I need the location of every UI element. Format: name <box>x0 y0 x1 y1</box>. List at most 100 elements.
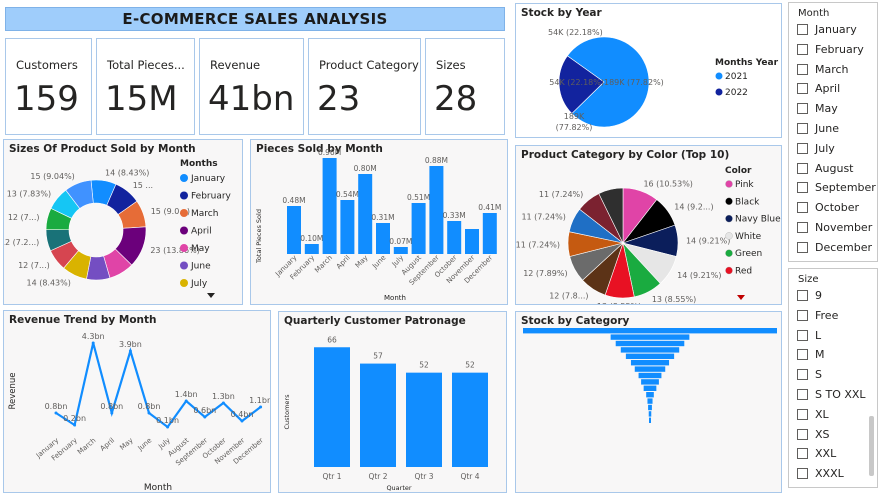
slicer-item[interactable]: Free <box>797 309 838 322</box>
slicer-item[interactable]: January <box>797 23 857 36</box>
funnel-bar[interactable] <box>625 353 675 359</box>
slicer-item[interactable]: XS <box>797 428 830 441</box>
slicer-item[interactable]: XXXL <box>797 467 844 480</box>
checkbox[interactable] <box>797 182 808 194</box>
checkbox[interactable] <box>797 389 808 400</box>
quarterly-patronage-panel[interactable]: Quarterly Customer Patronage Customers 6… <box>278 311 507 493</box>
funnel-bar[interactable] <box>647 398 653 404</box>
line-point[interactable] <box>54 411 58 415</box>
slicer-item[interactable]: XXL <box>797 447 836 460</box>
line-point[interactable] <box>203 415 207 419</box>
line-point[interactable] <box>259 405 263 409</box>
checkbox[interactable] <box>797 329 808 341</box>
legend-item[interactable]: May <box>191 244 210 254</box>
checkbox[interactable] <box>797 309 808 321</box>
legend-item[interactable]: Black <box>735 197 760 207</box>
category-by-color-panel[interactable]: Product Category by Color (Top 10) 16 (1… <box>515 145 782 305</box>
checkbox[interactable] <box>797 103 808 115</box>
slicer-item[interactable]: June <box>797 122 839 135</box>
slicer-item[interactable]: March <box>797 63 849 76</box>
kpi-card-revenue[interactable]: Revenue 41bn <box>199 38 304 135</box>
bar[interactable] <box>360 363 396 467</box>
checkbox[interactable] <box>797 468 808 480</box>
legend-item[interactable]: January <box>190 174 226 184</box>
line-point[interactable] <box>128 349 132 353</box>
line-point[interactable] <box>73 423 77 427</box>
checkbox[interactable] <box>797 123 808 134</box>
bar[interactable] <box>465 229 479 254</box>
legend-item[interactable]: February <box>191 192 232 202</box>
bar[interactable] <box>322 158 337 254</box>
bar[interactable] <box>406 372 442 467</box>
checkbox[interactable] <box>797 222 808 233</box>
line-point[interactable] <box>147 411 151 415</box>
legend-item[interactable]: April <box>191 227 212 237</box>
size-slicer[interactable]: Size 9 Free L M S S TO XXL XL XS XXL XXXL <box>788 268 878 488</box>
checkbox[interactable] <box>797 448 808 460</box>
line-point[interactable] <box>166 425 170 429</box>
bar[interactable] <box>314 347 350 467</box>
slicer-item[interactable]: November <box>797 221 872 234</box>
month-slicer[interactable]: Month January February March April May June Ju… <box>788 2 878 262</box>
funnel-bar[interactable] <box>610 334 690 340</box>
slicer-item[interactable]: February <box>797 43 864 56</box>
checkbox[interactable] <box>797 63 808 75</box>
pieces-by-month-panel[interactable]: Pieces Sold by Month Total Pieces Sold 0… <box>250 139 508 305</box>
bar[interactable] <box>340 200 355 254</box>
legend-scroll-down-icon[interactable] <box>207 293 215 298</box>
line-point[interactable] <box>91 341 95 345</box>
slicer-item[interactable]: October <box>797 201 859 214</box>
checkbox[interactable] <box>797 369 808 381</box>
funnel-bar[interactable] <box>630 360 670 366</box>
legend-item[interactable]: June <box>190 262 211 272</box>
legend-item[interactable]: 2021 <box>725 72 748 82</box>
checkbox[interactable] <box>797 290 808 301</box>
line-point[interactable] <box>184 399 188 403</box>
kpi-card-customers[interactable]: Customers 159 <box>5 38 92 135</box>
checkbox[interactable] <box>797 408 808 420</box>
legend-scroll-down-icon[interactable] <box>737 295 745 300</box>
stock-by-year-panel[interactable]: Stock by Year 189K (77.82%) 54K (22.18%) 5… <box>515 3 782 138</box>
slicer-item[interactable]: May <box>797 102 838 115</box>
kpi-card-sizes[interactable]: Sizes 28 <box>425 38 505 135</box>
slicer-scrollbar[interactable] <box>869 416 874 476</box>
slicer-item[interactable]: S TO XXL <box>797 388 866 401</box>
checkbox[interactable] <box>797 24 808 35</box>
checkbox[interactable] <box>797 83 808 95</box>
slicer-item[interactable]: July <box>797 142 835 155</box>
bar[interactable] <box>482 213 497 254</box>
checkbox[interactable] <box>797 142 808 154</box>
checkbox[interactable] <box>797 349 808 361</box>
funnel-bar[interactable] <box>649 417 651 423</box>
slicer-item[interactable]: 9 <box>797 289 822 302</box>
funnel-bar[interactable] <box>620 347 680 353</box>
sizes-by-month-panel[interactable]: Sizes Of Product Sold by Month 14 (8.43%… <box>3 139 243 305</box>
funnel-bar[interactable] <box>523 328 777 334</box>
bar[interactable] <box>358 174 373 254</box>
bar[interactable] <box>304 244 319 254</box>
legend-item[interactable]: 2022 <box>725 88 748 98</box>
revenue-trend-panel[interactable]: Revenue Trend by Month Revenue 0.8bn Janu… <box>3 310 271 493</box>
legend-item[interactable]: White <box>735 232 762 242</box>
checkbox[interactable] <box>797 162 808 174</box>
funnel-bar[interactable] <box>638 372 662 379</box>
stock-by-category-panel[interactable]: Stock by Category <box>515 311 782 493</box>
legend-item[interactable]: Pink <box>735 180 754 190</box>
kpi-card-total-pieces[interactable]: Total Pieces... 15M <box>96 38 195 135</box>
line-point[interactable] <box>110 411 114 415</box>
line-point[interactable] <box>221 401 225 405</box>
checkbox[interactable] <box>797 43 808 55</box>
slicer-item[interactable]: XL <box>797 408 829 421</box>
bar[interactable] <box>452 372 488 467</box>
legend-item[interactable]: Navy Blue <box>735 215 781 225</box>
slicer-item[interactable]: August <box>797 162 854 175</box>
bar[interactable] <box>429 166 444 254</box>
funnel-bar[interactable] <box>643 385 657 391</box>
legend-item[interactable]: March <box>191 209 218 219</box>
line-point[interactable] <box>240 419 244 423</box>
legend-item[interactable]: July <box>190 279 208 289</box>
bar[interactable] <box>376 223 390 254</box>
checkbox[interactable] <box>797 202 808 214</box>
legend-item[interactable]: Red <box>735 267 752 277</box>
slicer-item[interactable]: L <box>797 329 821 342</box>
